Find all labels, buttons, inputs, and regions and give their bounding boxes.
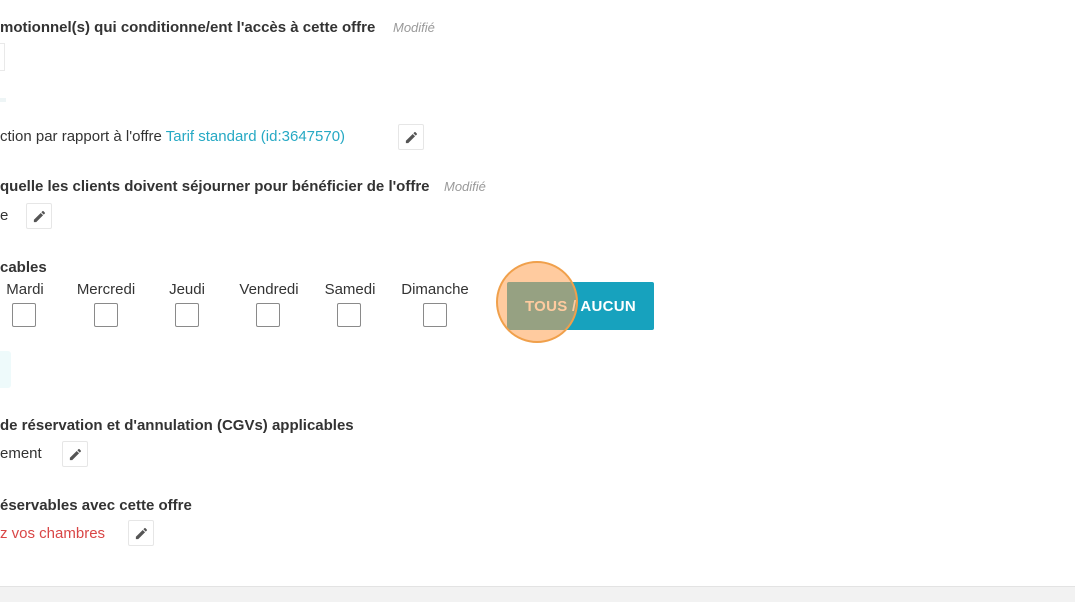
reduction-edit-button[interactable] — [398, 124, 424, 150]
pencil-icon — [135, 527, 147, 539]
cgv-value: ement — [0, 445, 42, 462]
day-label-jeudi: Jeudi — [169, 281, 205, 298]
checkbox-jeudi[interactable] — [175, 303, 199, 327]
stay-period-edit-button[interactable] — [26, 203, 52, 229]
days-heading: cables — [0, 259, 47, 276]
standard-rate-link[interactable]: Tarif standard (id:3647570) — [166, 128, 345, 145]
cgv-edit-button[interactable] — [62, 441, 88, 467]
stay-period-value: e — [0, 207, 9, 224]
checkbox-mercredi[interactable] — [94, 303, 118, 327]
checkbox-samedi[interactable] — [337, 303, 361, 327]
cgv-heading: de réservation et d'annulation (CGVs) ap… — [0, 417, 354, 434]
promo-input-edge[interactable] — [0, 43, 5, 71]
rooms-heading: éservables avec cette offre — [0, 497, 192, 514]
day-label-dimanche: Dimanche — [401, 281, 469, 298]
divider-stub — [0, 98, 6, 102]
toggle-all-days-button[interactable]: TOUS / AUCUN — [507, 282, 654, 330]
reduction-line: ction par rapport à l'offre Tarif standa… — [0, 128, 345, 145]
checkbox-vendredi[interactable] — [256, 303, 280, 327]
stay-period-heading: quelle les clients doivent séjourner pou… — [0, 178, 430, 195]
pencil-icon — [33, 210, 45, 222]
day-label-samedi: Samedi — [324, 281, 376, 298]
day-label-mercredi: Mercredi — [76, 281, 136, 298]
pencil-icon — [405, 131, 417, 143]
promo-modified-tag: Modifié — [393, 20, 435, 35]
faint-panel-edge — [0, 351, 11, 388]
stay-period-modified-tag: Modifié — [444, 179, 486, 194]
checkbox-mardi[interactable] — [12, 303, 36, 327]
reduction-text: ction par rapport à l'offre — [0, 128, 166, 145]
rooms-value: z vos chambres — [0, 525, 106, 542]
promo-heading: motionnel(s) qui conditionne/ent l'accès… — [0, 19, 376, 36]
pencil-icon — [69, 448, 81, 460]
day-label-mardi: Mardi — [6, 281, 44, 298]
rooms-edit-button[interactable] — [128, 520, 154, 546]
day-label-vendredi: Vendredi — [239, 281, 299, 298]
checkbox-dimanche[interactable] — [423, 303, 447, 327]
footer-band — [0, 586, 1075, 602]
